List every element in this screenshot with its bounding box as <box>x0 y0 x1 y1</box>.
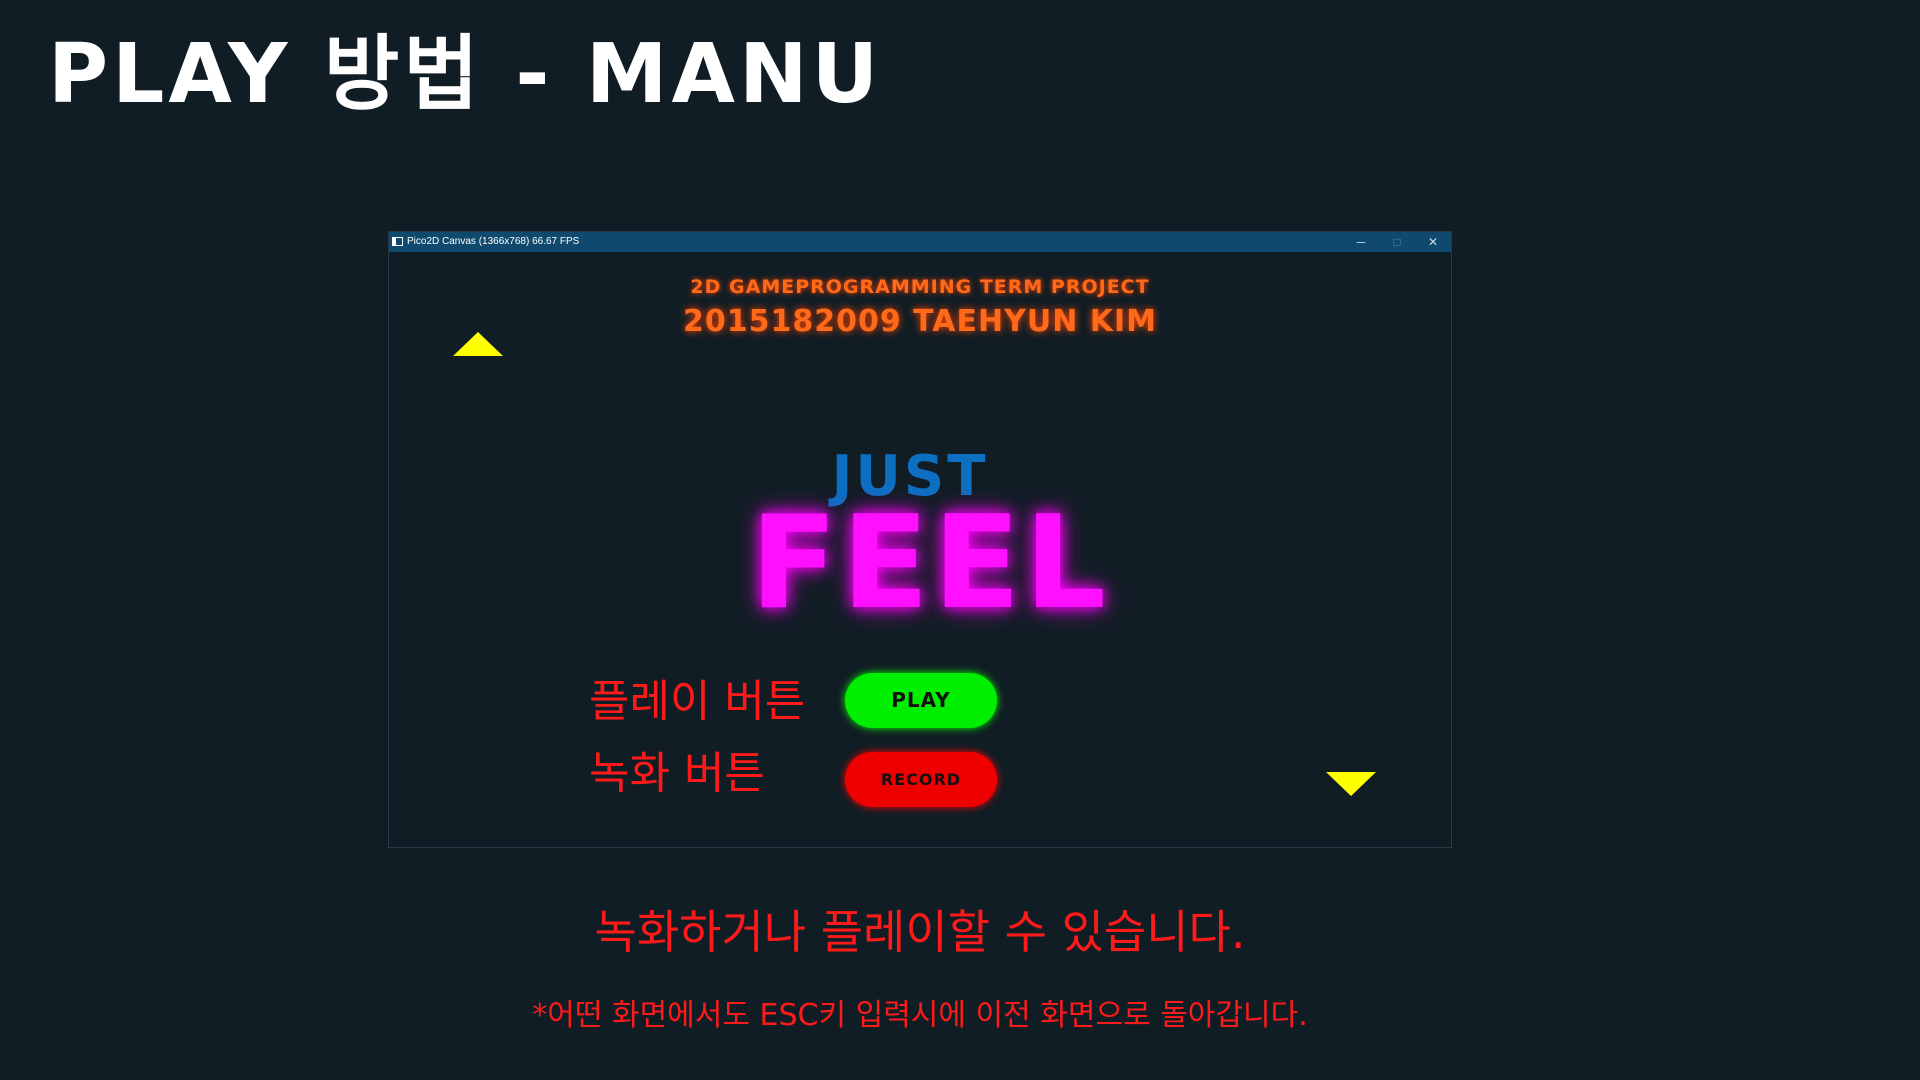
record-button-annotation: 녹화 버튼 <box>589 748 765 799</box>
project-subtitle: 2D GAMEPROGRAMMING TERM PROJECT <box>690 276 1150 298</box>
slide-title: PLAY 방법 - MANU <box>48 27 883 122</box>
slide-note: *어떤 화면에서도 ESC키 입력시에 이전 화면으로 돌아갑니다. <box>532 998 1308 1033</box>
triangle-up-icon[interactable] <box>453 332 503 356</box>
maximize-button[interactable]: □ <box>1379 232 1415 252</box>
window-title: Pico2D Canvas (1366x768) 66.67 FPS <box>407 236 580 247</box>
app-icon <box>392 237 403 246</box>
window-titlebar[interactable]: Pico2D Canvas (1366x768) 66.67 FPS ─ □ ✕ <box>389 232 1451 252</box>
triangle-down-icon[interactable] <box>1326 772 1376 796</box>
close-button[interactable]: ✕ <box>1415 232 1451 252</box>
logo-feel: FEEL <box>750 489 1110 638</box>
slide: PLAY 방법 - MANU Pico2D Canvas (1366x768) … <box>0 0 1920 1080</box>
author-subtitle: 2015182009 TAEHYUN KIM <box>682 304 1158 339</box>
minimize-button[interactable]: ─ <box>1343 232 1379 252</box>
record-button[interactable]: RECORD <box>845 752 997 807</box>
slide-caption: 녹화하거나 플레이할 수 있습니다. <box>594 905 1246 959</box>
game-window: Pico2D Canvas (1366x768) 66.67 FPS ─ □ ✕… <box>388 231 1452 848</box>
play-button-annotation: 플레이 버튼 <box>589 676 806 727</box>
play-button[interactable]: PLAY <box>845 673 997 728</box>
